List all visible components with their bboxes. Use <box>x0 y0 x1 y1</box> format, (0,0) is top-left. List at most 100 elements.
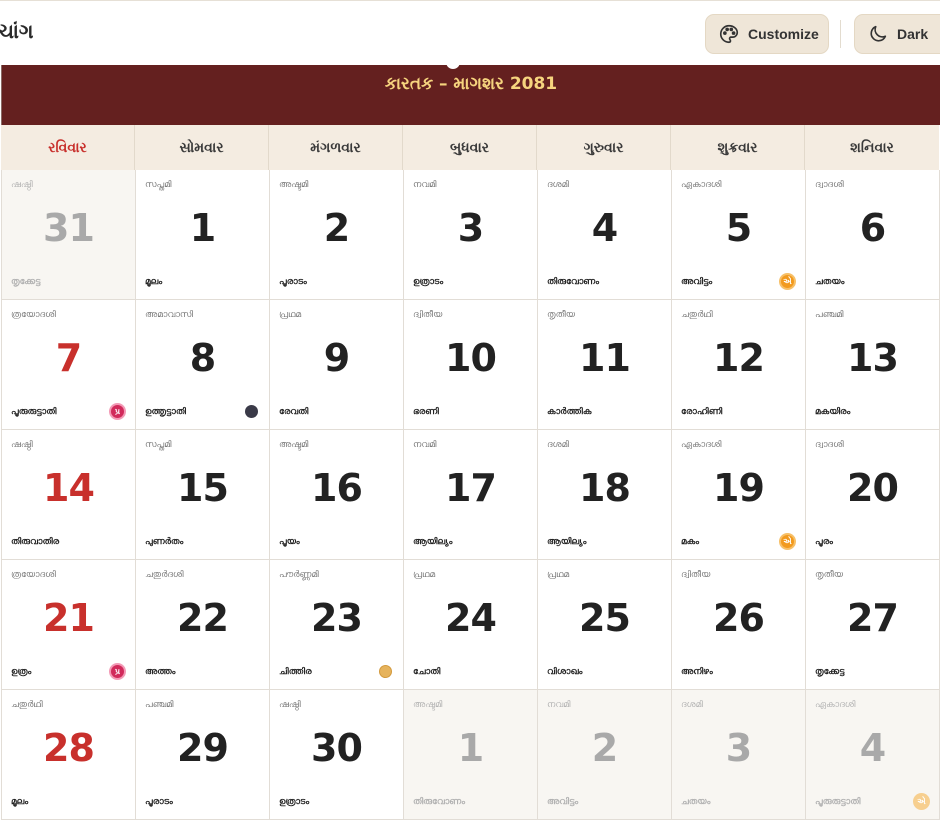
day-cell[interactable]: ദശമി 4 തിരുവോണം <box>538 170 672 300</box>
nakshatra-label: ഉത്രാടം <box>279 797 310 807</box>
day-cell[interactable]: ദ്വാദശി 20 പൂരം <box>806 430 940 560</box>
nakshatra-label: മകയിരം <box>815 407 851 417</box>
calendar-grid: ഷഷ്ഠി 31 തൃക്കേട്ട സപ്തമി 1 മൂലം അഷ്ടമി 2 പൂരാടം… <box>1 170 940 820</box>
weekday-sunday: રવિવાર <box>1 125 135 170</box>
day-cell[interactable]: ഷഷ്ഠി 30 ഉത്രാടം <box>270 690 404 820</box>
nakshatra-label: അവിട്ടം <box>547 797 579 807</box>
tithi-label: സപ്തമി <box>145 180 172 190</box>
nakshatra-label: ഉത്രം <box>11 667 32 677</box>
header-notch <box>446 61 460 69</box>
tithi-label: അഷ്ടമി <box>279 440 309 450</box>
day-number: 1 <box>457 726 484 770</box>
day-cell[interactable]: തൃതീയ 27 തൃക്കേട്ട <box>806 560 940 690</box>
day-number: 17 <box>445 466 497 510</box>
tithi-label: നവമി <box>413 440 437 450</box>
day-cell[interactable]: ഷഷ്ഠി 14 തിരുവാതിര <box>2 430 136 560</box>
nakshatra-label: തിരുവോണം <box>547 277 600 287</box>
day-cell[interactable]: ചതുർദശി 22 അത്തം <box>136 560 270 690</box>
tithi-label: ഏകാദശി <box>681 180 722 190</box>
nakshatra-label: അനിഴം <box>681 667 713 677</box>
day-cell[interactable]: പ്രഥമ 25 വിശാഖം <box>538 560 672 690</box>
day-number: 19 <box>713 466 765 510</box>
tithi-label: ഏകാദശി <box>681 440 722 450</box>
day-cell[interactable]: ഷഷ്ഠി 31 തൃക്കേട്ട <box>2 170 136 300</box>
day-cell[interactable]: പ്രഥമ 24 ചോതി <box>404 560 538 690</box>
day-cell[interactable]: ദ്വാദശി 6 ചതയം <box>806 170 940 300</box>
weekday-friday: શુક્રવાર <box>671 125 805 170</box>
pradosh-badge-icon: પ્ર <box>109 403 126 420</box>
day-number: 21 <box>43 596 95 640</box>
nakshatra-label: മൂലം <box>11 797 29 807</box>
nakshatra-label: ഉത്തൃട്ടാതി <box>145 407 186 417</box>
nakshatra-label: തിരുവോണം <box>413 797 466 807</box>
nakshatra-label: പൂരാടം <box>279 277 307 287</box>
weekday-monday: સોમવાર <box>135 125 269 170</box>
day-number: 1 <box>189 206 216 250</box>
tithi-label: ഷഷ്ഠി <box>279 700 301 710</box>
day-number: 11 <box>579 336 631 380</box>
customize-button[interactable]: Customize <box>705 14 829 54</box>
day-cell[interactable]: നവമി 17 ആയില്യം <box>404 430 538 560</box>
day-cell[interactable]: ചതുർഥി 28 മൂലം <box>2 690 136 820</box>
tithi-label: ദശമി <box>681 700 703 710</box>
tithi-label: ദ്വാദശി <box>815 180 844 190</box>
new-moon-icon <box>245 405 258 418</box>
day-number: 7 <box>55 336 82 380</box>
tithi-label: പഞ്ചമി <box>815 310 844 320</box>
day-cell[interactable]: ത്രയോദശി 21 ഉത്രം પ્ર <box>2 560 136 690</box>
day-number: 4 <box>591 206 618 250</box>
day-cell[interactable]: ദശമി 3 ചതയം <box>672 690 806 820</box>
day-cell[interactable]: ഏകാദശി 4 പൂരുരുട്ടാതി એ <box>806 690 940 820</box>
day-cell[interactable]: നവമി 2 അവിട്ടം <box>538 690 672 820</box>
day-cell[interactable]: ചതുർഥി 12 രോഹിണി <box>672 300 806 430</box>
day-cell[interactable]: ഏകാദശി 19 മകം એ <box>672 430 806 560</box>
day-cell[interactable]: പ്രഥമ 9 രേവതി <box>270 300 404 430</box>
tithi-label: ദശമി <box>547 180 569 190</box>
day-number: 4 <box>859 726 886 770</box>
tithi-label: ഷഷ്ഠി <box>11 440 33 450</box>
tithi-label: ത്രയോദശി <box>11 310 56 320</box>
tithi-label: പഞ്ചമി <box>145 700 174 710</box>
day-cell[interactable]: ത്രയോദശി 7 പൂരുരുട്ടാതി પ્ર <box>2 300 136 430</box>
day-number: 30 <box>311 726 363 770</box>
tithi-label: സപ്തമി <box>145 440 172 450</box>
nakshatra-label: രോഹിണി <box>681 407 723 417</box>
day-cell[interactable]: പഞ്ചമി 29 പൂരാടം <box>136 690 270 820</box>
day-cell[interactable]: അമാവാസി 8 ഉത്തൃട്ടാതി <box>136 300 270 430</box>
day-cell[interactable]: ദ്വിതീയ 10 ഭരണി <box>404 300 538 430</box>
day-cell[interactable]: തൃതീയ 11 കാർത്തിക <box>538 300 672 430</box>
weekday-saturday: શનિવાર <box>850 139 894 156</box>
nakshatra-label: അത്തം <box>145 667 176 677</box>
dark-mode-button[interactable]: Dark <box>854 14 940 54</box>
ekadashi-badge-icon: એ <box>779 273 796 290</box>
day-number: 28 <box>43 726 95 770</box>
day-cell[interactable]: നവമി 3 ഉത്രാടം <box>404 170 538 300</box>
day-cell[interactable]: പൗർണ്ണമി 23 ചിത്തിര <box>270 560 404 690</box>
day-cell[interactable]: ദശമി 18 ആയില്യം <box>538 430 672 560</box>
tithi-label: ദ്വിതീയ <box>413 310 443 320</box>
nakshatra-label: ചതയം <box>681 797 711 807</box>
moon-icon <box>870 25 887 42</box>
day-cell[interactable]: അഷ്ടമി 16 പൂയം <box>270 430 404 560</box>
customize-label: Customize <box>748 26 819 42</box>
day-cell[interactable]: അഷ്ടമി 1 തിരുവോണം <box>404 690 538 820</box>
day-number: 20 <box>847 466 899 510</box>
day-cell[interactable]: ഏകാദശി 5 അവിട്ടം એ <box>672 170 806 300</box>
day-number: 12 <box>713 336 765 380</box>
day-cell[interactable]: അഷ്ടമി 2 പൂരാടം <box>270 170 404 300</box>
day-cell[interactable]: പഞ്ചമി 13 മകയിരം <box>806 300 940 430</box>
weekday-tuesday: મંગળવાર <box>269 125 403 170</box>
day-number: 22 <box>177 596 229 640</box>
tithi-label: അഷ്ടമി <box>279 180 309 190</box>
day-cell[interactable]: സപ്തമി 15 പുണർതം <box>136 430 270 560</box>
weekday-header-row: રવિવાર સોમવાર મંગળવાર બુધવાર ગુરુવાર શુક… <box>1 125 939 171</box>
day-number: 8 <box>189 336 216 380</box>
nakshatra-label: പൂരുരുട്ടാതി <box>11 407 57 417</box>
day-cell[interactable]: ദ്വിതീയ 26 അനിഴം <box>672 560 806 690</box>
day-cell[interactable]: സപ്തമി 1 മൂലം <box>136 170 270 300</box>
ekadashi-badge-icon: એ <box>779 533 796 550</box>
month-header: કારતક – માગશર 2081 <box>1 61 940 125</box>
nakshatra-label: പൂരം <box>815 537 833 547</box>
nakshatra-label: പൂരുരുട്ടാതി <box>815 797 861 807</box>
day-number: 10 <box>445 336 497 380</box>
